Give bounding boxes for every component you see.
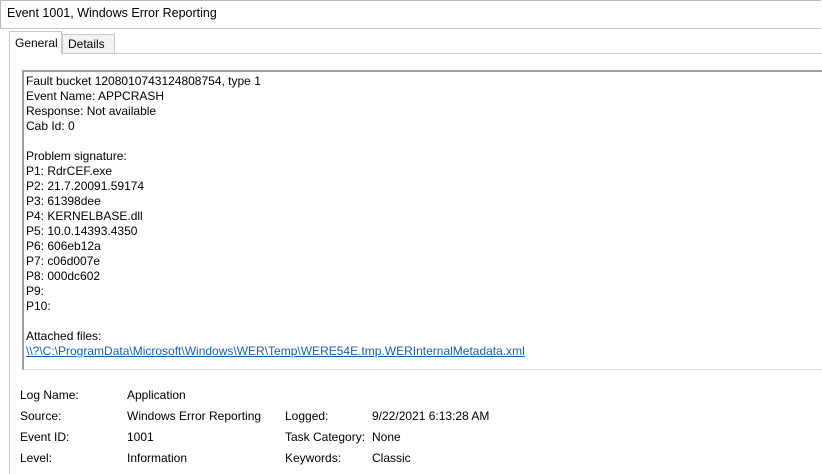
description-line: P7: c06d007e xyxy=(26,254,101,268)
description-line: P2: 21.7.20091.59174 xyxy=(26,179,145,193)
description-line: P1: RdrCEF.exe xyxy=(26,164,113,178)
description-line xyxy=(26,134,525,149)
description-line: P6: 606eb12a xyxy=(26,239,101,253)
event-id-label: Event ID: xyxy=(20,430,70,444)
source-label: Source: xyxy=(20,409,62,423)
logged-label: Logged: xyxy=(285,409,329,423)
description-line: Attached files: xyxy=(26,329,102,343)
source-value: Windows Error Reporting xyxy=(127,409,262,423)
task-category-value: None xyxy=(372,430,401,444)
event-description-box[interactable]: Fault bucket 1208010743124808754, type 1… xyxy=(22,70,822,370)
description-line: Fault bucket 1208010743124808754, type 1 xyxy=(26,74,261,88)
log-name-value: Application xyxy=(127,388,186,402)
keywords-label: Keywords: xyxy=(285,451,342,465)
description-line: P8: 000dc602 xyxy=(26,269,101,283)
event-id-value: 1001 xyxy=(127,430,154,444)
description-line: P4: KERNELBASE.dll xyxy=(26,209,143,223)
tab-details[interactable]: Details xyxy=(62,34,115,53)
description-line: Response: Not available xyxy=(26,104,157,118)
task-category-label: Task Category: xyxy=(285,430,366,444)
level-label: Level: xyxy=(20,451,53,465)
description-line: P10: xyxy=(26,299,55,313)
attached-file-link[interactable]: \\?\C:\ProgramData\Microsoft\Windows\WER… xyxy=(26,344,525,359)
description-line: P9: xyxy=(26,284,48,298)
description-line: P3: 61398dee xyxy=(26,194,101,208)
description-line: Problem signature: xyxy=(26,149,127,163)
tab-general[interactable]: General xyxy=(9,31,62,54)
logged-value: 9/22/2021 6:13:28 AM xyxy=(372,409,490,423)
event-description-text: Fault bucket 1208010743124808754, type 1… xyxy=(26,74,525,359)
window-title: Event 1001, Windows Error Reporting xyxy=(7,6,217,20)
description-line: Cab Id: 0 xyxy=(26,119,75,133)
description-line: Event Name: APPCRASH xyxy=(26,89,165,103)
log-name-label: Log Name: xyxy=(20,388,79,402)
description-line xyxy=(26,314,525,329)
description-line: P5: 10.0.14393.4350 xyxy=(26,224,138,238)
window-titlebar: Event 1001, Windows Error Reporting xyxy=(0,0,821,29)
keywords-value: Classic xyxy=(372,451,411,465)
level-value: Information xyxy=(127,451,188,465)
